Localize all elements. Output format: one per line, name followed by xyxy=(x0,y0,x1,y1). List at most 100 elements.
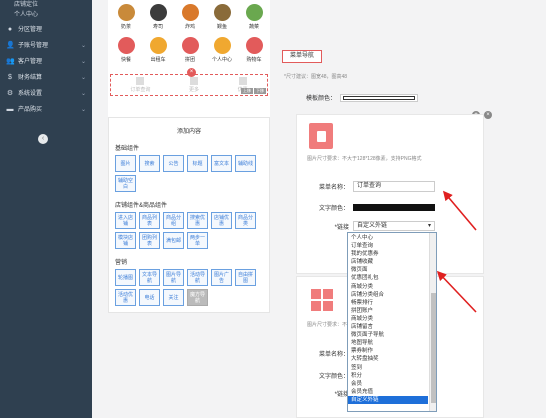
sidebar-collapse-button[interactable]: ‹ xyxy=(38,134,48,144)
move-up-button[interactable]: 上移 xyxy=(241,88,253,94)
chevron-down-icon: ⌄ xyxy=(80,107,86,113)
dropdown-option[interactable]: 店铺留言 xyxy=(351,323,436,331)
dropdown-option[interactable]: 会员充值 xyxy=(351,388,436,396)
link-select-value: 自定义外链 xyxy=(357,223,388,229)
component-button[interactable]: 图片广告 xyxy=(211,269,232,286)
document-icon xyxy=(316,130,326,142)
component-button[interactable]: 模块店铺 xyxy=(115,232,136,249)
component-button[interactable]: 商品分组 xyxy=(163,212,184,229)
dropdown-option[interactable]: 个人中心 xyxy=(351,234,436,242)
nav-cell-label: 订单查询 xyxy=(130,87,151,93)
icon-cell[interactable]: 炸鸡 xyxy=(174,2,206,35)
text-color-swatch[interactable] xyxy=(353,204,435,211)
sidebar-item-partition[interactable]: ● 分区管理 xyxy=(0,22,92,38)
link-dropdown-list[interactable]: 个人中心 订单查询 我的优惠券 店铺收藏 微页面 优惠团礼包 商城分类 店铺分类组合 畅票排行拼… xyxy=(347,232,437,412)
component-button[interactable]: 团购列表 xyxy=(139,232,160,249)
component-button[interactable]: 活动优惠 xyxy=(115,289,136,306)
icon-cell[interactable]: 拼团 xyxy=(174,35,206,68)
icon-cell[interactable]: 奶茶 xyxy=(110,2,142,35)
selected-nav-module[interactable]: 订单查询 更多 优惠 上移 下移 xyxy=(110,74,268,96)
component-button[interactable]: 公告 xyxy=(163,155,184,172)
menu-name-input[interactable]: 订单查询 xyxy=(353,181,435,192)
icon-cell-label: 快餐 xyxy=(120,57,131,63)
sidebar-item-purchase[interactable]: ▬ 产品购买 ⌄ xyxy=(0,102,92,118)
sidebar-item-subaccount[interactable]: 👤 子账号管理 ⌄ xyxy=(0,38,92,54)
dropdown-option[interactable]: 我的优惠券 xyxy=(351,250,436,258)
link-label: *链接 xyxy=(334,392,349,398)
category-icon xyxy=(181,37,199,54)
icon-cell[interactable]: 鳗鱼 xyxy=(206,2,238,35)
move-down-button[interactable]: 下移 xyxy=(254,88,266,94)
icon-cell-label: 出租车 xyxy=(150,57,166,63)
component-button[interactable]: 进入店铺 xyxy=(115,212,136,229)
component-button[interactable]: 文本导航 xyxy=(139,269,160,286)
dropdown-option[interactable]: 微页面子导航 xyxy=(351,331,436,339)
icon-cell[interactable]: 出租车 xyxy=(142,35,174,68)
icon-cell[interactable]: 购物车 xyxy=(238,35,270,68)
dropdown-option[interactable]: 票券制作 xyxy=(351,347,436,355)
dropdown-option[interactable]: 店铺分类组合 xyxy=(351,291,436,299)
component-button[interactable]: 店铺优惠 xyxy=(211,212,232,229)
sidebar-item-finance[interactable]: $ 财务结算 ⌄ xyxy=(0,70,92,86)
dropdown-option[interactable]: 会员 xyxy=(351,380,436,388)
sidebar-top-item[interactable]: 店铺定位 xyxy=(6,0,86,10)
close-card-button[interactable]: × xyxy=(484,111,492,119)
component-button[interactable]: 富文本 xyxy=(211,155,232,172)
dropdown-option[interactable]: 店铺收藏 xyxy=(351,258,436,266)
dropdown-option[interactable]: 微页面 xyxy=(351,266,436,274)
component-button[interactable]: 自由拼图 xyxy=(235,269,256,286)
sidebar: 店铺定位 个人中心 ● 分区管理 👤 子账号管理 ⌄ 👥 客户管理 ⌄ $ 财务… xyxy=(0,0,92,418)
component-button[interactable]: 关注 xyxy=(163,289,184,306)
text-color-label: 文字颜色： xyxy=(318,374,349,380)
component-button[interactable]: 标题 xyxy=(187,155,208,172)
dropdown-option[interactable]: 地图导航 xyxy=(351,339,436,347)
component-button[interactable]: 辅助空白 xyxy=(115,175,136,192)
tab-menu-nav[interactable]: 菜单导航 xyxy=(282,50,322,63)
component-button[interactable]: 商品分类 xyxy=(235,212,256,229)
sidebar-item-settings[interactable]: ⚙ 系统设置 ⌄ xyxy=(0,86,92,102)
dropdown-option[interactable]: 畅票排行 xyxy=(351,299,436,307)
nav-cell-icon xyxy=(189,77,198,85)
template-color-input[interactable] xyxy=(340,93,419,102)
component-button[interactable]: 电话 xyxy=(139,289,160,306)
dropdown-option[interactable]: 拼团账户 xyxy=(351,307,436,315)
module-actions: 上移 下移 xyxy=(241,88,266,94)
link-row: *链接 自定义外链 ▾ xyxy=(307,221,435,231)
dropdown-option[interactable]: 自定义外链 xyxy=(348,395,428,404)
dropdown-option[interactable]: 大转盘抽奖 xyxy=(351,355,436,363)
component-button[interactable]: 轮播图 xyxy=(115,269,136,286)
component-button[interactable]: 辅助线 xyxy=(235,155,256,172)
icon-grid: 奶茶 寿司 炸鸡 鳗鱼 蔬菜快餐 出租车 拼团 个人中心 购物车 xyxy=(108,0,270,68)
icon-cell-label: 拼团 xyxy=(184,57,195,63)
icon-cell[interactable]: 寿司 xyxy=(142,2,174,35)
sidebar-top-item[interactable]: 个人中心 xyxy=(6,10,86,20)
component-button[interactable]: 商品列表 xyxy=(139,212,160,229)
dropdown-option[interactable]: 商城分类 xyxy=(351,283,436,291)
dropdown-scrollbar[interactable] xyxy=(429,233,436,411)
component-button[interactable]: 搜索 xyxy=(139,155,160,172)
component-button[interactable]: 魔方导航 xyxy=(187,289,208,306)
menu-item-image[interactable] xyxy=(309,123,333,149)
pointer-triangle xyxy=(185,99,197,105)
grid-icon[interactable] xyxy=(311,289,333,311)
dropdown-option[interactable]: 优惠团礼包 xyxy=(351,274,436,282)
category-icon xyxy=(149,4,167,21)
component-buttons: 进入店铺 商品列表 商品分组 搜索优惠 店铺优惠 商品分类模块店铺 团购列表 满包邮 两步一单 xyxy=(109,212,269,249)
dropdown-option[interactable]: 积分 xyxy=(351,372,436,380)
nav-cell-icon xyxy=(238,77,247,85)
component-button[interactable]: 两步一单 xyxy=(187,232,208,249)
link-select[interactable]: 自定义外链 ▾ xyxy=(353,221,435,231)
icon-cell[interactable]: 蔬菜 xyxy=(238,2,270,35)
component-button[interactable]: 图片 xyxy=(115,155,136,172)
icon-cell[interactable]: 快餐 xyxy=(110,35,142,68)
component-button[interactable]: 满包邮 xyxy=(163,232,184,249)
dropdown-option[interactable]: 商城分类 xyxy=(351,315,436,323)
section-title: 基础组件 xyxy=(115,146,140,152)
sidebar-item-customers[interactable]: 👥 客户管理 ⌄ xyxy=(0,54,92,70)
dropdown-option[interactable]: 签到 xyxy=(351,364,436,372)
component-button[interactable]: 图片导航 xyxy=(163,269,184,286)
component-button[interactable]: 搜索优惠 xyxy=(187,212,208,229)
component-button[interactable]: 活动导航 xyxy=(187,269,208,286)
dropdown-option[interactable]: 订单查询 xyxy=(351,242,436,250)
icon-cell[interactable]: 个人中心 xyxy=(206,35,238,68)
